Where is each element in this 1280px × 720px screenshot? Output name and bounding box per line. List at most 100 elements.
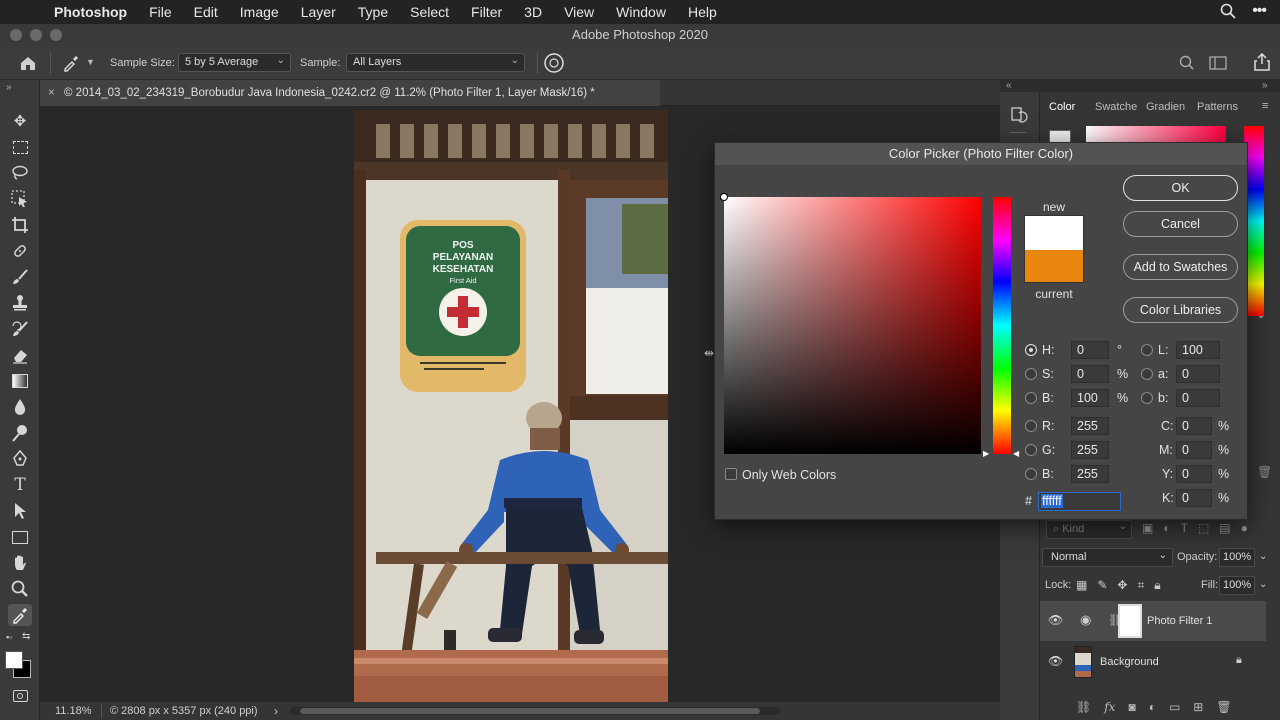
menu-help[interactable]: Help <box>677 4 728 20</box>
layer-thumbnail[interactable] <box>1074 646 1092 678</box>
horizontal-scrollbar[interactable] <box>290 707 780 715</box>
new-group-icon[interactable]: ▭ <box>1169 700 1180 714</box>
lock-position-icon[interactable]: ✥ <box>1117 578 1127 593</box>
clone-stamp-icon[interactable] <box>8 292 32 314</box>
foreground-color-swatch[interactable] <box>5 651 23 669</box>
layer-row[interactable]: 👁︎ ◉ ⛓︎ Photo Filter 1 <box>1040 601 1266 641</box>
layer-filter-kind[interactable]: ⌕ Kind ⌄ <box>1046 520 1132 539</box>
brightness-radio[interactable] <box>1025 392 1037 404</box>
default-colors-icon[interactable]: ▪▫ <box>6 632 12 642</box>
color-field-marker[interactable] <box>720 193 728 201</box>
filter-pixel-icon[interactable]: ▣ <box>1142 521 1153 535</box>
fx-icon[interactable]: fx <box>1104 700 1115 714</box>
lab-b-radio[interactable] <box>1141 392 1153 404</box>
panel-menu-icon[interactable]: ≡ <box>1262 100 1268 112</box>
crop-icon[interactable] <box>8 214 32 236</box>
add-to-swatches-button[interactable]: Add to Swatches <box>1123 254 1238 280</box>
brightness-field[interactable]: 100 <box>1071 389 1109 407</box>
hand-icon[interactable] <box>8 552 32 574</box>
chevron-down-icon[interactable]: ⌄ <box>1257 310 1265 321</box>
fill-field[interactable]: 100% <box>1219 576 1255 595</box>
history-icon[interactable] <box>1010 106 1028 124</box>
gradient-icon[interactable] <box>8 370 32 392</box>
dodge-icon[interactable] <box>8 422 32 444</box>
cyan-field[interactable]: 0 <box>1176 417 1212 435</box>
eye-icon[interactable]: 👁︎ <box>1048 613 1063 627</box>
ok-button[interactable]: OK <box>1123 175 1238 201</box>
menu-filter[interactable]: Filter <box>460 4 513 20</box>
green-radio[interactable] <box>1025 444 1037 456</box>
filter-shape-icon[interactable]: ⬚ <box>1198 521 1209 535</box>
menu-layer[interactable]: Layer <box>290 4 347 20</box>
color-libraries-button[interactable]: Color Libraries <box>1123 297 1238 323</box>
blue-field[interactable]: 255 <box>1071 465 1109 483</box>
menu-window[interactable]: Window <box>605 4 677 20</box>
current-color-swatch[interactable] <box>1025 250 1083 282</box>
collapse-icon[interactable]: » <box>1262 80 1268 91</box>
share-icon[interactable] <box>1254 53 1270 71</box>
only-web-colors-checkbox[interactable] <box>725 468 737 480</box>
new-layer-icon[interactable]: ⊞ <box>1193 700 1203 714</box>
trash-icon[interactable]: 🗑 <box>1257 465 1272 479</box>
blend-mode-select[interactable]: Normal ⌄ <box>1042 548 1173 567</box>
delete-layer-icon[interactable]: 🗑 <box>1216 700 1231 714</box>
document-image[interactable]: POS PELAYANAN KESEHATAN First Aid <box>354 110 668 702</box>
path-selection-icon[interactable] <box>8 500 32 522</box>
saturation-field[interactable]: 0 <box>1071 365 1109 383</box>
marquee-icon[interactable] <box>8 136 32 158</box>
lab-b-field[interactable]: 0 <box>1176 389 1220 407</box>
move-icon[interactable]: ✥ <box>8 110 32 132</box>
saturation-radio[interactable] <box>1025 368 1037 380</box>
chevron-down-icon[interactable]: ⌄ <box>1259 579 1267 590</box>
menu-file[interactable]: File <box>138 4 183 20</box>
magenta-field[interactable]: 0 <box>1176 441 1212 459</box>
red-field[interactable]: 255 <box>1071 417 1109 435</box>
rectangle-icon[interactable] <box>8 526 32 548</box>
lock-image-icon[interactable]: ✎ <box>1097 578 1107 593</box>
link-layers-icon[interactable]: ⛓︎ <box>1076 700 1091 714</box>
zoom-level[interactable]: 11.18% <box>55 702 92 720</box>
zoom-icon[interactable] <box>8 578 32 600</box>
document-info[interactable]: © 2808 px x 5357 px (240 ppi) <box>110 702 258 720</box>
blur-icon[interactable] <box>8 396 32 418</box>
tab-gradients[interactable]: Gradien <box>1146 96 1185 118</box>
minimize-window-button[interactable] <box>30 29 42 41</box>
new-adjustment-icon[interactable]: ◐ <box>1149 700 1156 714</box>
hex-field[interactable]: ffffff <box>1038 492 1121 511</box>
menu-select[interactable]: Select <box>399 4 460 20</box>
sample-select[interactable]: All Layers ⌄ <box>346 53 525 72</box>
quick-mask-icon[interactable] <box>8 685 32 707</box>
menu-app-name[interactable]: Photoshop <box>54 4 138 20</box>
tab-swatches[interactable]: Swatche <box>1095 96 1137 118</box>
document-tab[interactable]: × © 2014_03_02_234319_Borobudur Java Ind… <box>40 80 660 106</box>
green-field[interactable]: 255 <box>1071 441 1109 459</box>
workspace-icon[interactable] <box>1209 55 1227 71</box>
layer-name[interactable]: Background <box>1100 656 1159 668</box>
collapse-icon[interactable]: » <box>6 82 12 93</box>
layer-row[interactable]: 👁︎ Background 🔒︎ <box>1040 642 1266 682</box>
menu-image[interactable]: Image <box>229 4 290 20</box>
yellow-field[interactable]: 0 <box>1176 465 1212 483</box>
history-brush-icon[interactable] <box>8 318 32 340</box>
tab-color[interactable]: Color <box>1049 96 1075 118</box>
filter-type-icon[interactable]: T <box>1181 521 1188 535</box>
hue-slider-right-arrow[interactable]: ◀ <box>1013 449 1019 458</box>
chevron-right-icon[interactable]: › <box>274 702 278 720</box>
pen-icon[interactable] <box>8 448 32 470</box>
filter-smart-object-icon[interactable]: ▤ <box>1219 521 1230 535</box>
menu-type[interactable]: Type <box>347 4 399 20</box>
search-icon[interactable] <box>1220 3 1236 19</box>
eraser-icon[interactable] <box>8 344 32 366</box>
tab-patterns[interactable]: Patterns <box>1197 96 1238 118</box>
menu-edit[interactable]: Edit <box>183 4 229 20</box>
zoom-window-button[interactable] <box>50 29 62 41</box>
lab-a-radio[interactable] <box>1141 368 1153 380</box>
object-selection-icon[interactable] <box>8 188 32 210</box>
healing-brush-icon[interactable] <box>8 240 32 262</box>
cancel-button[interactable]: Cancel <box>1123 211 1238 237</box>
add-mask-icon[interactable]: ◙ <box>1128 700 1135 714</box>
collapse-icon[interactable]: « <box>1006 80 1012 91</box>
chevron-down-icon[interactable]: ⌄ <box>1259 551 1267 562</box>
hue-field[interactable]: 0 <box>1071 341 1109 359</box>
filter-adjustment-icon[interactable]: ◐ <box>1163 521 1170 535</box>
